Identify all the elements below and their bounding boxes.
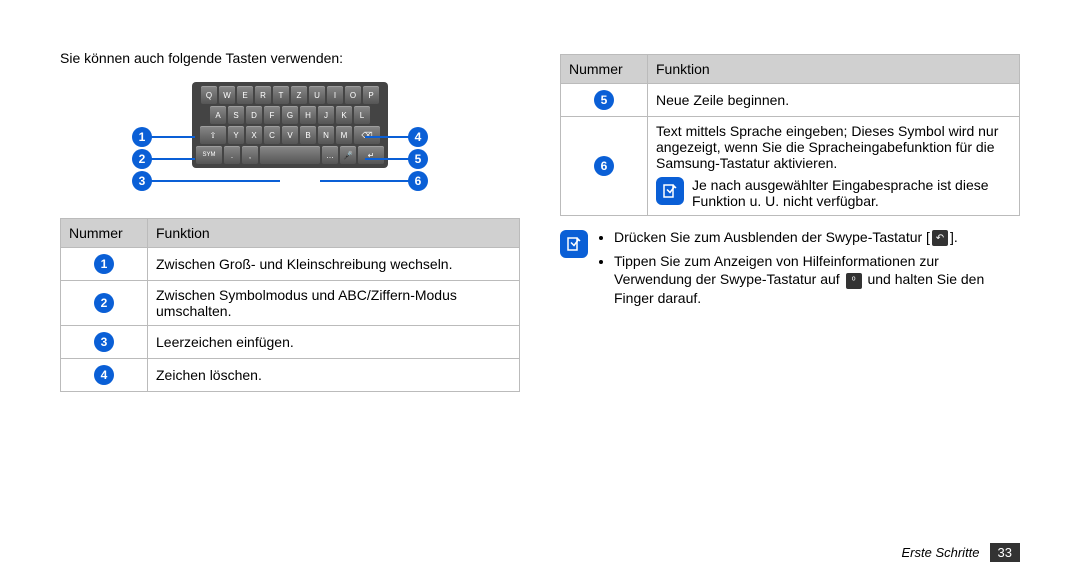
callout-line-3 [150,180,280,182]
table-row: 3 Leerzeichen einfügen. [61,326,520,359]
callout-1: 1 [132,127,152,147]
callout-line-2 [150,158,195,160]
callout-3: 3 [132,171,152,191]
left-table: Nummer Funktion 1 Zwischen Groß- und Kle… [60,218,520,392]
row-text: Zeichen löschen. [148,359,520,392]
callout-line-4 [365,136,410,138]
row-text: Leerzeichen einfügen. [148,326,520,359]
row-text-with-note: Text mittels Sprache eingeben; Dieses Sy… [648,117,1020,216]
tip-item: Tippen Sie zum Anzeigen von Hilfeinforma… [614,252,1020,307]
row-text: Zwischen Symbolmodus und ABC/Ziffern-Mod… [148,281,520,326]
right-table: Nummer Funktion 5 Neue Zeile beginnen. 6… [560,54,1020,216]
left-column: Sie können auch folgende Tasten verwende… [60,50,520,392]
keyboard-figure: QWERTZUIOP ASDFGHJKL ⇧YXCVBNM⌫ SYM.,…🎤↵ … [60,78,520,208]
row-number: 3 [94,332,114,352]
callout-line-5 [365,158,410,160]
row-text: Zwischen Groß- und Kleinschreibung wechs… [148,248,520,281]
row-text: Neue Zeile beginnen. [648,84,1020,117]
col-header-number: Nummer [61,219,148,248]
callout-4: 4 [408,127,428,147]
note-icon [560,230,588,258]
table-row: 2 Zwischen Symbolmodus und ABC/Ziffern-M… [61,281,520,326]
col-header-function: Funktion [648,55,1020,84]
row-note: Je nach ausgewählter Eingabesprache ist … [692,177,1011,209]
right-column: Nummer Funktion 5 Neue Zeile beginnen. 6… [560,50,1020,392]
col-header-number: Nummer [561,55,648,84]
keyboard-image: QWERTZUIOP ASDFGHJKL ⇧YXCVBNM⌫ SYM.,…🎤↵ [192,82,388,168]
callout-line-1 [150,136,195,138]
row-number: 2 [94,293,114,313]
callout-6: 6 [408,171,428,191]
intro-text: Sie können auch folgende Tasten verwende… [60,50,520,66]
table-row: 1 Zwischen Groß- und Kleinschreibung wec… [61,248,520,281]
footer-section: Erste Schritte [902,545,980,560]
table-row: 6 Text mittels Sprache eingeben; Dieses … [561,117,1020,216]
page-footer: Erste Schritte 33 [902,543,1021,562]
table-row: 5 Neue Zeile beginnen. [561,84,1020,117]
callout-2: 2 [132,149,152,169]
table-row: 4 Zeichen löschen. [61,359,520,392]
row-number: 6 [594,156,614,176]
back-icon: ↶ [932,230,948,246]
row-text: Text mittels Sprache eingeben; Dieses Sy… [656,123,1011,171]
note-icon [656,177,684,205]
callout-5: 5 [408,149,428,169]
col-header-function: Funktion [148,219,520,248]
tip-item: Drücken Sie zum Ausblenden der Swype-Tas… [614,228,1020,246]
row-number: 4 [94,365,114,385]
row-number: 5 [594,90,614,110]
tip-post: ]. [950,229,958,245]
row-number: 1 [94,254,114,274]
tip-block: Drücken Sie zum Ausblenden der Swype-Tas… [560,228,1020,313]
tip-pre: Drücken Sie zum Ausblenden der Swype-Tas… [614,229,930,245]
callout-line-6 [320,180,410,182]
footer-page-number: 33 [990,543,1020,562]
swype-help-icon: ᵒ [846,273,862,289]
